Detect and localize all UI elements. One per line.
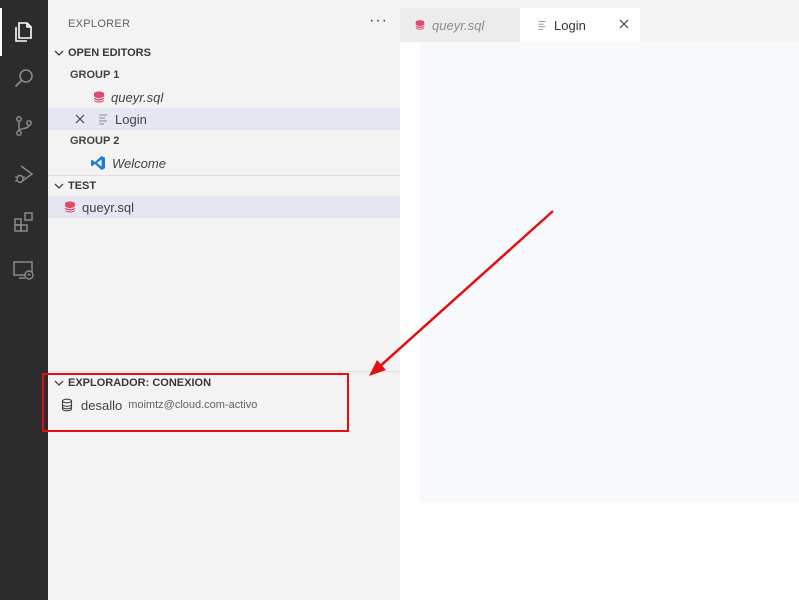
open-editor-login[interactable]: Login: [48, 108, 400, 130]
conexion-section-label: EXPLORADOR: CONEXION: [68, 377, 212, 389]
group-2-label: GROUP 2: [70, 135, 120, 147]
open-editor-label: Login: [115, 111, 147, 127]
connection-name: desallo: [81, 397, 123, 413]
tab-label: queyr.sql: [432, 17, 485, 33]
extensions-activity-button[interactable]: [0, 198, 48, 246]
source-control-icon: [16, 116, 32, 136]
more-actions-button[interactable]: ···: [369, 12, 388, 30]
explorer-activity-button[interactable]: [0, 8, 48, 56]
tab-label: Login: [554, 17, 586, 33]
sidebar-title: EXPLORER: [68, 18, 131, 30]
editor-content[interactable]: [420, 42, 799, 502]
open-editor-label: Welcome: [112, 155, 166, 171]
database-icon: [64, 201, 76, 213]
search-activity-button[interactable]: [0, 54, 48, 102]
run-debug-activity-button[interactable]: [0, 150, 48, 198]
database-outline-icon: [61, 398, 73, 412]
open-editors-label: OPEN EDITORS: [68, 47, 151, 59]
tab-login[interactable]: Login: [520, 8, 640, 42]
remote-explorer-activity-button[interactable]: [0, 246, 48, 294]
chevron-down-icon: [54, 50, 64, 56]
tab-queyr-sql[interactable]: queyr.sql: [400, 8, 520, 42]
file-text-icon: [99, 114, 107, 125]
editor-tab-bar: queyr.sql Login: [400, 0, 799, 42]
vscode-logo-icon: [91, 156, 105, 170]
sidebar-header: EXPLORER ···: [48, 0, 400, 42]
extensions-icon: [14, 212, 33, 232]
conexion-section-header[interactable]: EXPLORADOR: CONEXION: [48, 372, 400, 394]
file-text-icon: [538, 21, 546, 30]
close-icon[interactable]: [618, 18, 630, 30]
run-debug-icon: [15, 165, 34, 184]
connection-item[interactable]: desallo moimtz@cloud.com-activo: [48, 394, 400, 416]
open-editor-label: queyr.sql: [111, 89, 164, 105]
source-control-activity-button[interactable]: [0, 102, 48, 150]
chevron-down-icon: [54, 183, 64, 189]
open-editors-section-header[interactable]: OPEN EDITORS: [48, 42, 400, 64]
connection-detail: moimtz@cloud.com-activo: [128, 399, 258, 411]
test-file-queyr-sql[interactable]: queyr.sql: [48, 196, 400, 218]
chevron-down-icon: [54, 380, 64, 386]
open-editor-welcome[interactable]: Welcome: [48, 152, 400, 174]
remote-explorer-icon: [13, 261, 34, 280]
test-section-label: TEST: [68, 180, 97, 192]
files-icon: [15, 22, 32, 42]
database-icon: [415, 20, 425, 30]
activity-bar: [0, 0, 48, 600]
editor-area[interactable]: [400, 42, 799, 600]
explorer-sidebar: EXPLORER ··· OPEN EDITORS GROUP 1 queyr.…: [48, 0, 400, 600]
database-icon: [93, 91, 105, 103]
file-label: queyr.sql: [82, 199, 135, 215]
search-icon: [14, 69, 33, 88]
test-section-header[interactable]: TEST: [48, 175, 400, 197]
open-editor-queyr-sql[interactable]: queyr.sql: [48, 86, 400, 108]
close-icon[interactable]: [74, 113, 86, 125]
group-1-label: GROUP 1: [70, 69, 120, 81]
